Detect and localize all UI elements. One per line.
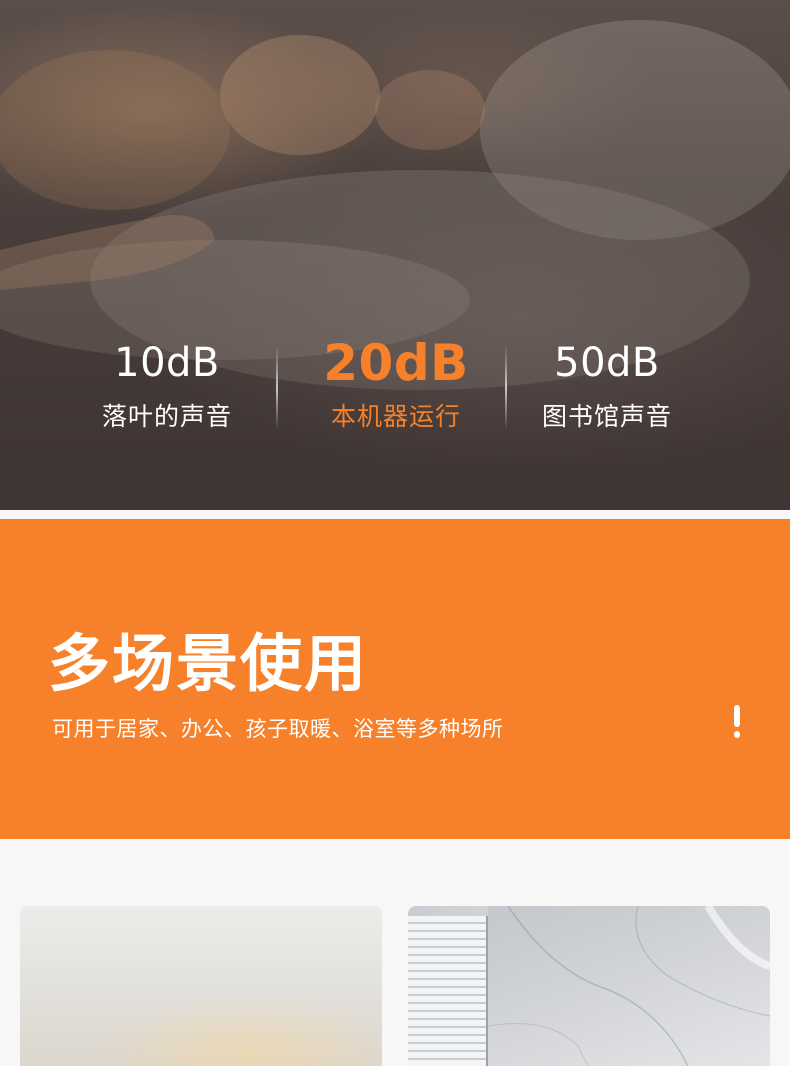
bathroom-photo [408,906,770,1066]
noise-level-machine: 20dB 本机器运行 [281,335,511,435]
banner-title: 多场景使用 [48,627,369,700]
exclamation-icon [733,705,741,739]
stat-divider [276,345,278,430]
noise-value: 20dB [323,334,469,392]
sleep-hero-image: 10dB 落叶的声音 20dB 本机器运行 50dB 图书馆声音 [0,0,790,510]
noise-value: 10dB [114,340,220,386]
marble-wall [487,906,770,1066]
multi-scene-banner: 多场景使用 可用于居家、办公、孩子取暖、浴室等多种场所 [0,519,790,839]
noise-label: 落叶的声音 [101,402,232,431]
banner-subtitle: 可用于居家、办公、孩子取暖、浴室等多种场所 [52,717,504,741]
living-room-photo [20,906,382,1066]
noise-level-library: 50dB 图书馆声音 [492,335,722,435]
noise-value: 50dB [554,340,660,386]
noise-level-leaves: 10dB 落叶的声音 [52,335,282,435]
noise-label: 本机器运行 [330,402,461,431]
window-blinds [408,916,488,1066]
noise-label: 图书馆声音 [541,402,672,431]
